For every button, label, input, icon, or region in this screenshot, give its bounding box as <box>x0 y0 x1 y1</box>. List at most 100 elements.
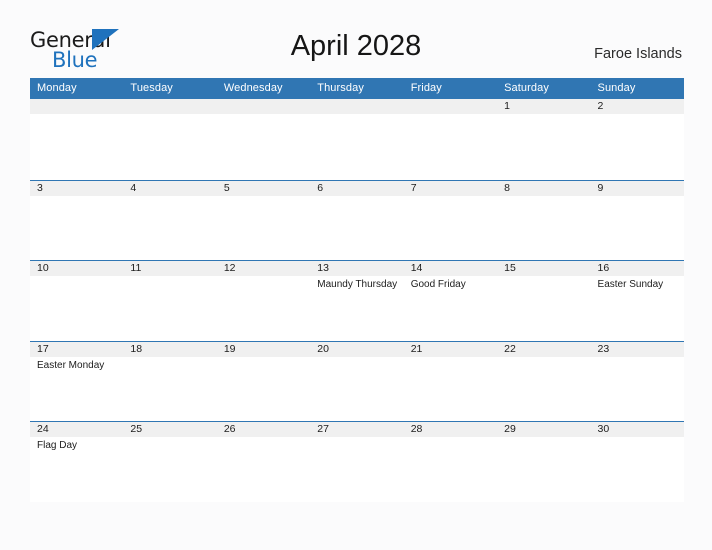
day-event <box>130 357 216 359</box>
day-cell[interactable]: 23 <box>591 342 684 422</box>
day-cell[interactable]: 10 <box>30 261 123 341</box>
weekday-header-wednesday: Wednesday <box>223 82 283 94</box>
week-row: 3 4 5 6 7 8 9 <box>30 179 684 261</box>
day-cell[interactable]: 29 <box>497 422 590 502</box>
day-event: Easter Monday <box>37 359 105 371</box>
day-number: 4 <box>130 181 137 194</box>
day-cell[interactable]: 26 <box>217 422 310 502</box>
day-cell[interactable]: 15 <box>497 261 590 341</box>
day-cell[interactable]: 6 <box>310 181 403 261</box>
day-cell[interactable]: 3 <box>30 181 123 261</box>
day-number: 26 <box>223 423 236 435</box>
day-event <box>37 114 123 116</box>
day-event <box>224 276 310 278</box>
day-event <box>598 437 684 439</box>
day-cell[interactable]: 16 Easter Sunday <box>591 261 684 341</box>
day-event <box>130 114 216 116</box>
calendar-grid: Monday Tuesday Wednesday Thursday Friday… <box>30 78 684 502</box>
day-number: 21 <box>410 342 423 355</box>
day-event <box>224 437 310 439</box>
day-number: 24 <box>37 423 49 435</box>
day-number <box>130 99 216 114</box>
day-cell[interactable]: 22 <box>497 342 590 422</box>
day-number: 1 <box>504 100 510 112</box>
day-event <box>224 114 310 116</box>
week-row: 17 Easter Monday 18 19 20 21 22 23 <box>30 340 684 422</box>
week-row: 10 11 12 13 Maundy Thursday 14 Good Frid… <box>30 260 684 341</box>
day-cell[interactable]: 1 <box>497 99 590 180</box>
day-number: 13 <box>317 262 329 274</box>
day-event <box>130 276 216 278</box>
day-number: 3 <box>37 181 43 194</box>
day-cell[interactable]: 12 <box>217 261 310 341</box>
day-number: 22 <box>504 342 516 355</box>
day-number: 11 <box>130 262 142 274</box>
day-cell[interactable]: 9 <box>591 181 684 261</box>
day-number: 20 <box>317 342 329 355</box>
day-cell[interactable]: 24 Flag Day <box>30 422 123 502</box>
day-cell[interactable] <box>123 99 216 180</box>
day-event <box>504 196 590 198</box>
location-label: Faroe Islands <box>594 46 682 62</box>
day-event: Flag Day <box>37 440 78 451</box>
week-row: 1 2 <box>30 99 684 180</box>
day-cell[interactable] <box>217 99 310 180</box>
day-number: 17 <box>37 342 49 355</box>
day-number: 6 <box>317 181 324 194</box>
day-event <box>411 196 497 198</box>
weekday-header-saturday: Saturday <box>504 82 549 94</box>
day-number: 15 <box>504 262 516 274</box>
day-event <box>317 357 403 359</box>
day-event <box>598 114 684 116</box>
day-event <box>504 437 590 439</box>
day-number <box>411 99 497 114</box>
day-cell[interactable]: 20 <box>310 342 403 422</box>
weekday-header-row: Monday Tuesday Wednesday Thursday Friday… <box>30 78 684 99</box>
day-cell[interactable]: 28 <box>404 422 497 502</box>
day-number: 18 <box>130 342 143 355</box>
weekday-header-monday: Monday <box>37 82 77 94</box>
day-cell[interactable]: 13 Maundy Thursday <box>310 261 403 341</box>
day-number: 10 <box>37 262 49 274</box>
day-cell[interactable]: 17 Easter Monday <box>30 342 123 422</box>
weekday-header-tuesday: Tuesday <box>130 82 173 94</box>
day-event <box>130 437 216 439</box>
day-number: 5 <box>223 181 230 194</box>
day-cell[interactable]: 19 <box>217 342 310 422</box>
day-event <box>130 196 216 198</box>
day-cell[interactable]: 30 <box>591 422 684 502</box>
day-event <box>317 437 403 439</box>
day-cell[interactable]: 11 <box>123 261 216 341</box>
day-event <box>411 114 497 116</box>
day-number: 27 <box>317 423 329 435</box>
day-cell[interactable]: 5 <box>217 181 310 261</box>
page-header: General Blue April 2028 Faroe Islands <box>0 0 712 78</box>
day-event: Good Friday <box>410 279 466 290</box>
day-cell[interactable]: 14 Good Friday <box>404 261 497 341</box>
day-event <box>317 196 403 198</box>
day-number: 9 <box>597 181 604 194</box>
day-cell[interactable] <box>30 99 123 180</box>
day-event <box>224 196 310 198</box>
day-event: Maundy Thursday <box>317 279 398 290</box>
day-number <box>224 99 310 114</box>
day-cell[interactable]: 21 <box>404 342 497 422</box>
day-number: 19 <box>223 342 236 355</box>
day-cell[interactable] <box>404 99 497 180</box>
day-cell[interactable] <box>310 99 403 180</box>
day-event: Easter Sunday <box>597 279 664 290</box>
day-cell[interactable]: 18 <box>123 342 216 422</box>
day-cell[interactable]: 4 <box>123 181 216 261</box>
day-event <box>598 357 684 359</box>
day-cell[interactable]: 25 <box>123 422 216 502</box>
day-cell[interactable]: 7 <box>404 181 497 261</box>
day-cell[interactable]: 27 <box>310 422 403 502</box>
day-event <box>317 114 403 116</box>
day-event <box>411 357 497 359</box>
day-event <box>504 357 590 359</box>
day-cell[interactable]: 8 <box>497 181 590 261</box>
day-cell[interactable]: 2 <box>591 99 684 180</box>
day-number: 30 <box>597 423 610 435</box>
day-event <box>598 196 684 198</box>
day-number: 8 <box>504 181 510 194</box>
